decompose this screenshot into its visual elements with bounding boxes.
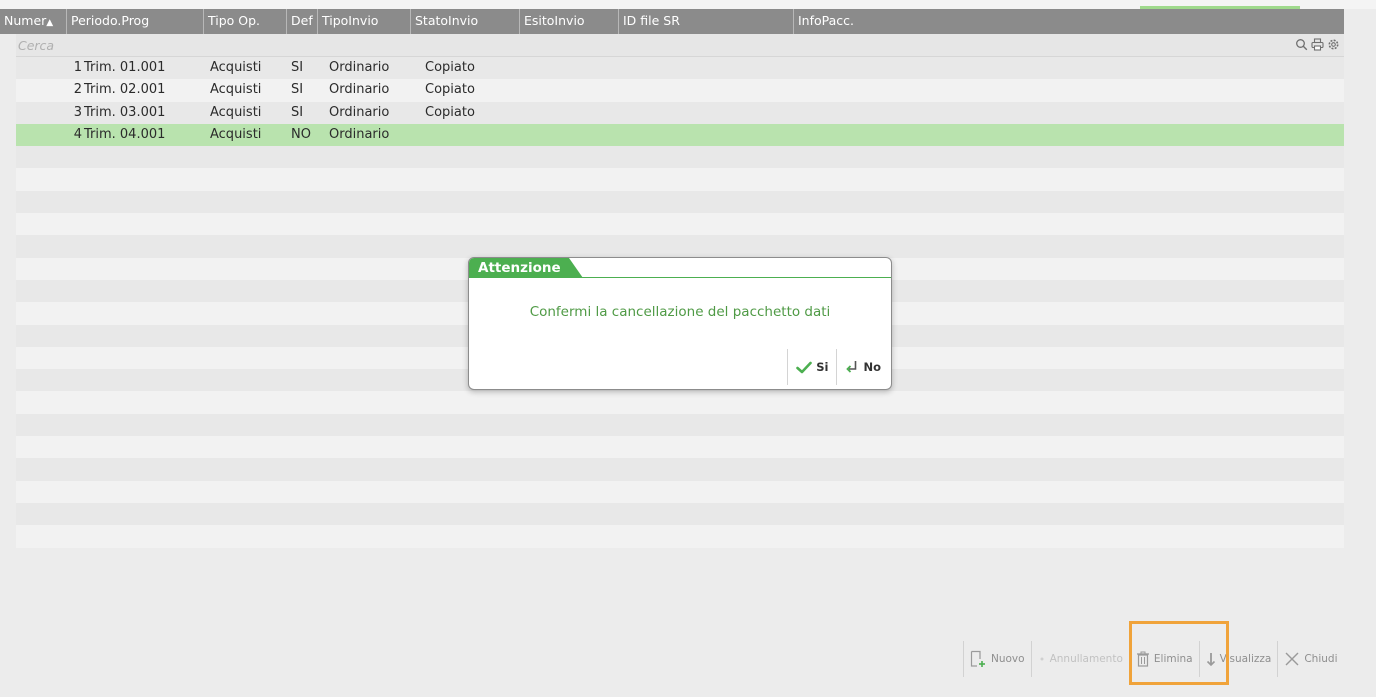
table-row[interactable]: 1 Trim. 01.001 Acquisti SI Ordinario Copiato bbox=[16, 57, 1344, 80]
visualizza-button[interactable]: Visualizza bbox=[1198, 641, 1278, 677]
grid-header: Numer▲ Periodo.Prog Tipo Op. Def TipoInv… bbox=[0, 9, 1344, 34]
table-row[interactable]: 3 Trim. 03.001 Acquisti SI Ordinario Copiato bbox=[16, 101, 1344, 124]
check-icon bbox=[796, 361, 813, 373]
search-input[interactable] bbox=[16, 34, 618, 56]
cell-periodo: Trim. 04.001 bbox=[84, 126, 166, 142]
elimina-label: Elimina bbox=[1153, 653, 1193, 665]
cell-tipo-invio: Ordinario bbox=[329, 126, 390, 142]
empty-row bbox=[16, 502, 1344, 526]
header-id-file-sr-label: ID file SR bbox=[623, 13, 680, 28]
cell-tipo-invio: Ordinario bbox=[329, 60, 390, 75]
cell-def: SI bbox=[291, 82, 304, 98]
visualizza-label: Visualizza bbox=[1219, 653, 1272, 665]
cell-numero: 4 bbox=[73, 126, 82, 142]
header-tipo-op-label: Tipo Op. bbox=[208, 13, 261, 28]
nuovo-label: Nuovo bbox=[991, 653, 1025, 665]
no-button-label: No bbox=[863, 360, 881, 374]
cell-tipo-op: Acquisti bbox=[210, 126, 262, 142]
cell-numero: 1 bbox=[73, 60, 82, 75]
elimina-button[interactable]: Elimina bbox=[1128, 641, 1199, 677]
yes-button[interactable]: Si bbox=[787, 349, 836, 385]
cell-tipo-op: Acquisti bbox=[210, 104, 262, 120]
search-icon[interactable] bbox=[1295, 38, 1308, 51]
empty-row bbox=[16, 525, 1344, 548]
header-numero-label: Numer bbox=[4, 13, 47, 28]
empty-row bbox=[16, 413, 1344, 437]
visualizza-icon bbox=[1206, 653, 1215, 667]
cell-tipo-op: Acquisti bbox=[210, 60, 262, 75]
cell-numero: 2 bbox=[73, 82, 82, 98]
empty-row bbox=[16, 458, 1344, 481]
action-toolbar: Nuovo Annullamento Elimina Visualizza Ch… bbox=[963, 641, 1343, 677]
header-esito-invio-label: EsitoInvio bbox=[524, 13, 585, 28]
header-numero[interactable]: Numer▲ bbox=[0, 9, 66, 34]
search-tools bbox=[1295, 38, 1340, 51]
empty-row bbox=[16, 146, 1344, 169]
header-periodo[interactable]: Periodo.Prog bbox=[66, 9, 203, 34]
header-tipo-invio-label: TipoInvio bbox=[322, 13, 379, 28]
annullamento-button[interactable]: Annullamento bbox=[1030, 641, 1129, 677]
cell-tipo-invio: Ordinario bbox=[329, 104, 390, 120]
table-row[interactable]: 4 Trim. 04.001 Acquisti NO Ordinario bbox=[16, 123, 1344, 147]
gear-icon[interactable] bbox=[1327, 38, 1340, 51]
print-icon[interactable] bbox=[1311, 38, 1324, 51]
annullamento-icon bbox=[1040, 657, 1044, 661]
dialog-title: Attenzione bbox=[478, 260, 561, 276]
cell-periodo: Trim. 03.001 bbox=[84, 104, 166, 120]
header-def[interactable]: Def bbox=[286, 9, 317, 34]
yes-button-label: Si bbox=[816, 360, 829, 374]
cell-stato-invio: Copiato bbox=[425, 104, 475, 120]
dialog-title-tab: Attenzione bbox=[469, 258, 585, 278]
sort-asc-icon: ▲ bbox=[46, 18, 54, 28]
cell-stato-invio: Copiato bbox=[425, 82, 475, 98]
header-esito-invio[interactable]: EsitoInvio bbox=[519, 9, 618, 34]
return-arrow-icon bbox=[846, 361, 857, 373]
header-stato-invio-label: StatoInvio bbox=[415, 13, 479, 28]
empty-row bbox=[16, 213, 1344, 236]
cell-periodo: Trim. 02.001 bbox=[84, 82, 166, 98]
top-strip bbox=[0, 0, 1376, 9]
header-stato-invio[interactable]: StatoInvio bbox=[410, 9, 519, 34]
cell-def: NO bbox=[291, 126, 311, 142]
trash-icon bbox=[1136, 651, 1149, 667]
header-info-pacc-label: InfoPacc. bbox=[798, 13, 855, 28]
cell-tipo-invio: Ordinario bbox=[329, 82, 390, 98]
empty-row bbox=[16, 235, 1344, 258]
header-tipo-invio[interactable]: TipoInvio bbox=[317, 9, 410, 34]
empty-row bbox=[16, 391, 1344, 414]
dialog-buttons: Si No bbox=[787, 349, 889, 385]
cell-periodo: Trim. 01.001 bbox=[84, 60, 166, 75]
cell-def: SI bbox=[291, 60, 304, 75]
cell-tipo-op: Acquisti bbox=[210, 82, 262, 98]
empty-row bbox=[16, 480, 1344, 503]
cell-stato-invio: Copiato bbox=[425, 60, 475, 75]
dialog-title-line bbox=[469, 277, 891, 278]
header-def-label: Def bbox=[291, 13, 313, 28]
annullamento-label: Annullamento bbox=[1049, 653, 1123, 665]
confirm-dialog: Attenzione Confermi la cancellazione del… bbox=[468, 257, 892, 390]
search-bar bbox=[16, 34, 1344, 57]
empty-row bbox=[16, 190, 1344, 214]
no-button[interactable]: No bbox=[836, 349, 889, 385]
dialog-message: Confermi la cancellazione del pacchetto … bbox=[529, 304, 831, 320]
header-id-file-sr[interactable]: ID file SR bbox=[618, 9, 793, 34]
header-periodo-label: Periodo.Prog bbox=[71, 13, 150, 28]
close-icon bbox=[1285, 652, 1299, 666]
empty-row bbox=[16, 436, 1344, 459]
new-document-icon bbox=[970, 650, 985, 667]
header-tipo-op[interactable]: Tipo Op. bbox=[203, 9, 286, 34]
empty-row bbox=[16, 168, 1344, 191]
chiudi-label: Chiudi bbox=[1304, 653, 1338, 665]
nuovo-button[interactable]: Nuovo bbox=[963, 641, 1031, 677]
cell-numero: 3 bbox=[73, 104, 82, 120]
chiudi-button[interactable]: Chiudi bbox=[1277, 641, 1343, 677]
table-row[interactable]: 2 Trim. 02.001 Acquisti SI Ordinario Copiato bbox=[16, 79, 1344, 102]
cell-def: SI bbox=[291, 104, 304, 120]
header-info-pacc[interactable]: InfoPacc. bbox=[793, 9, 1344, 34]
